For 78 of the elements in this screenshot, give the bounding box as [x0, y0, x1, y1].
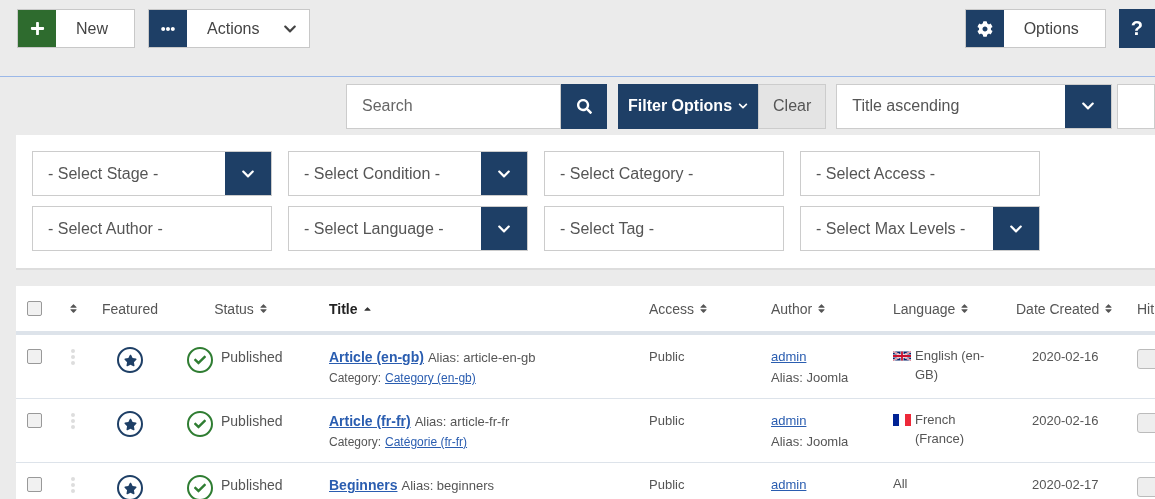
column-header[interactable]: Title [313, 300, 373, 317]
sort-icon [698, 303, 710, 314]
date-text: 2020-02-16 [1032, 349, 1100, 364]
author-link[interactable]: admin [771, 477, 877, 492]
author-link[interactable]: admin [771, 413, 877, 428]
new-button[interactable]: New [17, 9, 135, 48]
language-text: English (en-GB) [915, 347, 986, 384]
actions-button[interactable]: Actions [148, 9, 311, 48]
date-text: 2020-02-17 [1032, 477, 1100, 492]
row-checkbox[interactable] [27, 477, 42, 492]
status-text: Published [221, 413, 283, 429]
row-checkbox[interactable] [27, 413, 42, 428]
drag-handle-icon[interactable] [71, 477, 75, 493]
search-field[interactable]: Search [346, 83, 561, 129]
filter-select[interactable]: - Select Category - [544, 151, 784, 196]
access-text: Public [649, 477, 686, 492]
filter-select[interactable]: - Select Stage - [32, 151, 272, 196]
settings-icon [976, 20, 993, 37]
row-checkbox[interactable] [27, 349, 42, 364]
author-alias-text: Alias: Joomla [771, 370, 850, 385]
drag-handle-icon[interactable] [71, 349, 75, 365]
list-limit-select[interactable] [1116, 83, 1155, 129]
status-text: Published [221, 477, 283, 493]
filter-select[interactable]: - Select Tag - [544, 206, 784, 251]
sort-icon [257, 303, 269, 314]
status-check-icon[interactable] [187, 347, 213, 373]
sort-icon [67, 303, 79, 314]
status-check-icon[interactable] [187, 475, 213, 499]
status-text: Published [221, 349, 283, 365]
sort-icon [816, 303, 828, 314]
article-title-link[interactable]: Article (en-gb) [329, 349, 424, 365]
category-link[interactable]: Catégorie (fr-fr) [385, 435, 468, 449]
author-alias-text: Alias: Joomla [771, 434, 850, 449]
chevron-down-icon [738, 101, 749, 111]
filter-select[interactable]: - Select Author - [32, 206, 272, 251]
sort-icon [959, 303, 971, 314]
filter-select[interactable]: - Select Condition - [288, 151, 528, 196]
flag-icon [893, 414, 911, 426]
column-header[interactable]: Date Created [1000, 300, 1115, 317]
help-button[interactable]: ? [1118, 9, 1155, 48]
alias-text: Alias: article-fr-fr [414, 414, 510, 429]
column-header[interactable]: Status [214, 300, 269, 317]
article-title-link[interactable]: Beginners [329, 477, 398, 493]
alias-text: Alias: article-en-gb [427, 350, 536, 365]
author-link[interactable]: admin [771, 349, 877, 364]
search-icon [576, 98, 592, 114]
filter-select[interactable]: - Select Language - [288, 206, 528, 251]
article-title-link[interactable]: Article (fr-fr) [329, 413, 411, 429]
category-label: Category: [329, 435, 382, 449]
category-link[interactable]: Category (en-gb) [385, 371, 476, 385]
column-header[interactable]: Author [755, 300, 828, 317]
column-header[interactable]: Language [877, 300, 971, 317]
alias-text: Alias: beginners [401, 478, 494, 493]
sort-icon [1103, 303, 1115, 314]
column-header[interactable]: Access [633, 300, 710, 317]
filter-select[interactable]: - Select Max Levels - [800, 206, 1040, 251]
filter-options-button[interactable]: Filter Options [618, 83, 759, 129]
column-header[interactable]: Featured [101, 300, 158, 317]
clear-button[interactable]: Clear [758, 83, 827, 129]
language-text: French (France) [915, 411, 966, 448]
flag-icon [893, 350, 911, 362]
search-button[interactable] [561, 83, 608, 129]
filter-select[interactable]: - Select Access - [800, 151, 1040, 196]
access-text: Public [649, 413, 686, 428]
category-label: Category: [329, 371, 382, 385]
status-check-icon[interactable] [187, 411, 213, 437]
hits-badge [1137, 349, 1155, 369]
access-text: Public [649, 349, 686, 364]
plus-icon [29, 21, 45, 36]
hits-badge [1137, 477, 1155, 497]
hits-badge [1137, 413, 1155, 433]
sort-select[interactable]: Title ascending [836, 83, 1112, 129]
drag-handle-icon[interactable] [71, 413, 75, 429]
date-text: 2020-02-16 [1032, 413, 1100, 428]
options-button[interactable]: Options [964, 9, 1106, 48]
column-header[interactable]: Hit [1121, 300, 1155, 317]
language-text: All [893, 475, 909, 493]
select-all-checkbox[interactable] [27, 301, 42, 316]
